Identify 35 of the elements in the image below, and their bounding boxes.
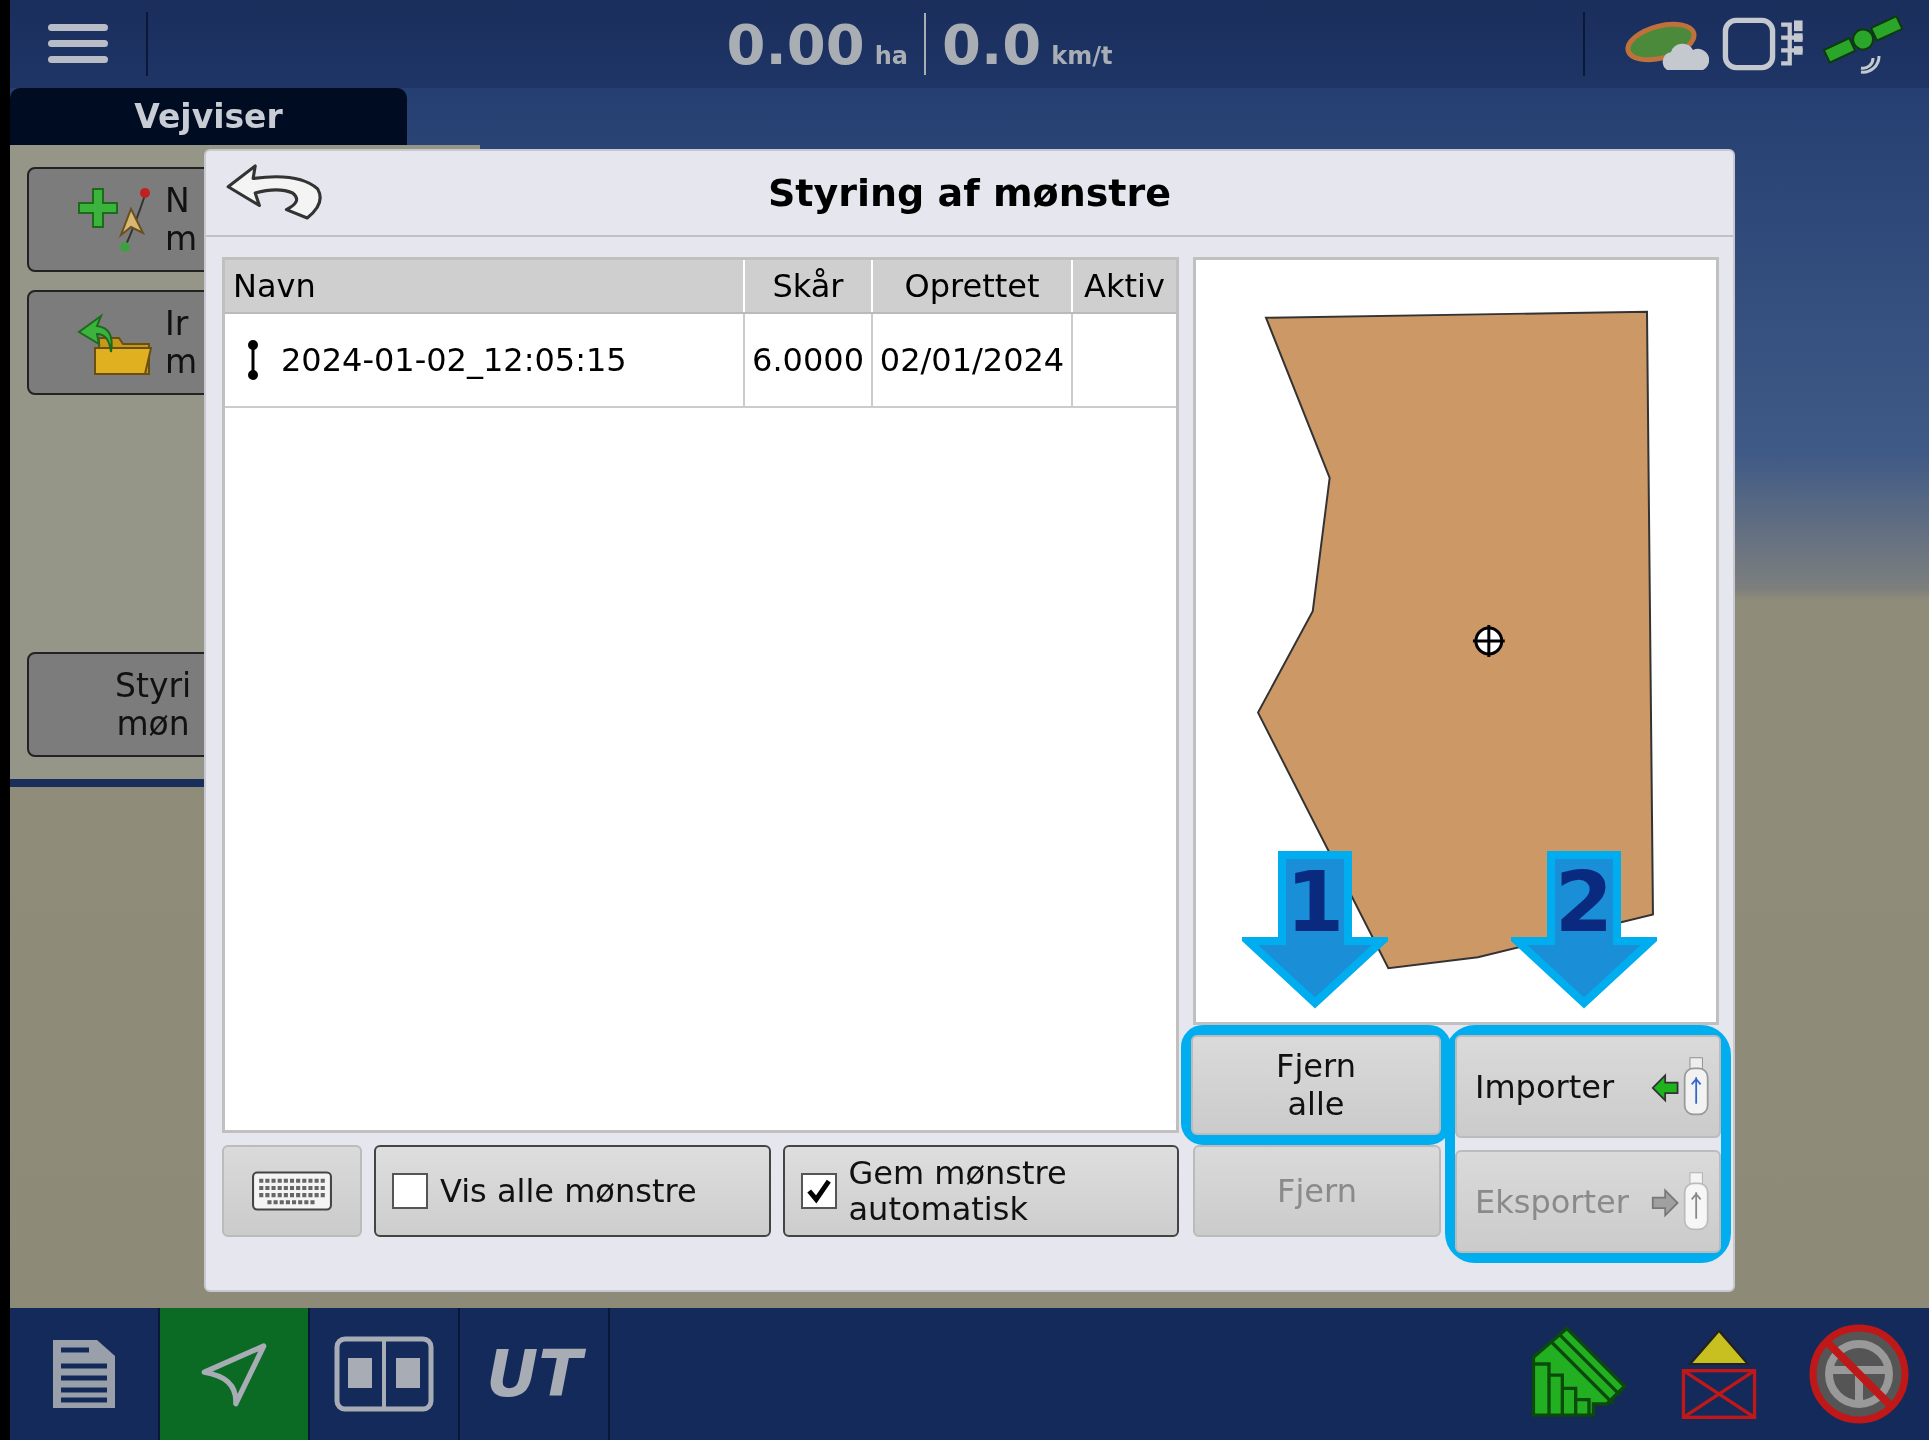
button-text: møn bbox=[116, 704, 190, 743]
area-unit: ha bbox=[874, 41, 908, 70]
speed-unit: km/t bbox=[1051, 41, 1113, 70]
column-header[interactable]: Skår bbox=[745, 260, 873, 312]
import-button[interactable]: Importer bbox=[1455, 1035, 1721, 1138]
button-text: Styri bbox=[115, 666, 192, 705]
speed-value: 0.0 bbox=[942, 11, 1042, 77]
column-header[interactable]: Oprettet bbox=[873, 260, 1073, 312]
callout-arrow: 1 bbox=[1242, 851, 1388, 1009]
button-text: m bbox=[165, 219, 198, 258]
keyboard-button[interactable] bbox=[222, 1145, 362, 1237]
table-cell: 6.0000 bbox=[745, 314, 873, 406]
checkbox[interactable] bbox=[800, 1173, 837, 1209]
universal-terminal-button[interactable]: UT bbox=[460, 1308, 610, 1440]
column-header[interactable]: Navn bbox=[225, 260, 745, 312]
ab-line-icon bbox=[247, 338, 259, 382]
crosshair-icon bbox=[1471, 623, 1507, 659]
checkbox[interactable] bbox=[392, 1173, 428, 1209]
dialog-title: Styring af mønstre bbox=[768, 171, 1171, 215]
split-screen-icon bbox=[334, 1336, 434, 1412]
checkbox-button[interactable]: Vis alle mønstre bbox=[374, 1145, 771, 1237]
guidance-tab[interactable]: Vejviser bbox=[10, 88, 407, 145]
callout-arrow: 2 bbox=[1511, 851, 1657, 1009]
table-cell: 02/01/2024 bbox=[873, 314, 1073, 406]
button-text: N bbox=[165, 181, 190, 220]
button-text: Ir bbox=[165, 304, 189, 343]
checkbox-button[interactable]: Gem mønstre automatisk bbox=[782, 1145, 1179, 1237]
keyboard-icon bbox=[251, 1170, 333, 1212]
column-header[interactable]: Aktiv bbox=[1073, 260, 1176, 312]
area-value: 0.00 bbox=[726, 11, 865, 77]
remove-all-button[interactable]: Fjern alle bbox=[1191, 1035, 1441, 1135]
menu-icon[interactable] bbox=[46, 22, 110, 66]
button-text: m bbox=[165, 342, 198, 381]
table-row[interactable]: 2024-01-02_12:05:15 6.0000 02/01/2024 bbox=[225, 314, 1176, 408]
navigation-button[interactable] bbox=[160, 1308, 310, 1440]
